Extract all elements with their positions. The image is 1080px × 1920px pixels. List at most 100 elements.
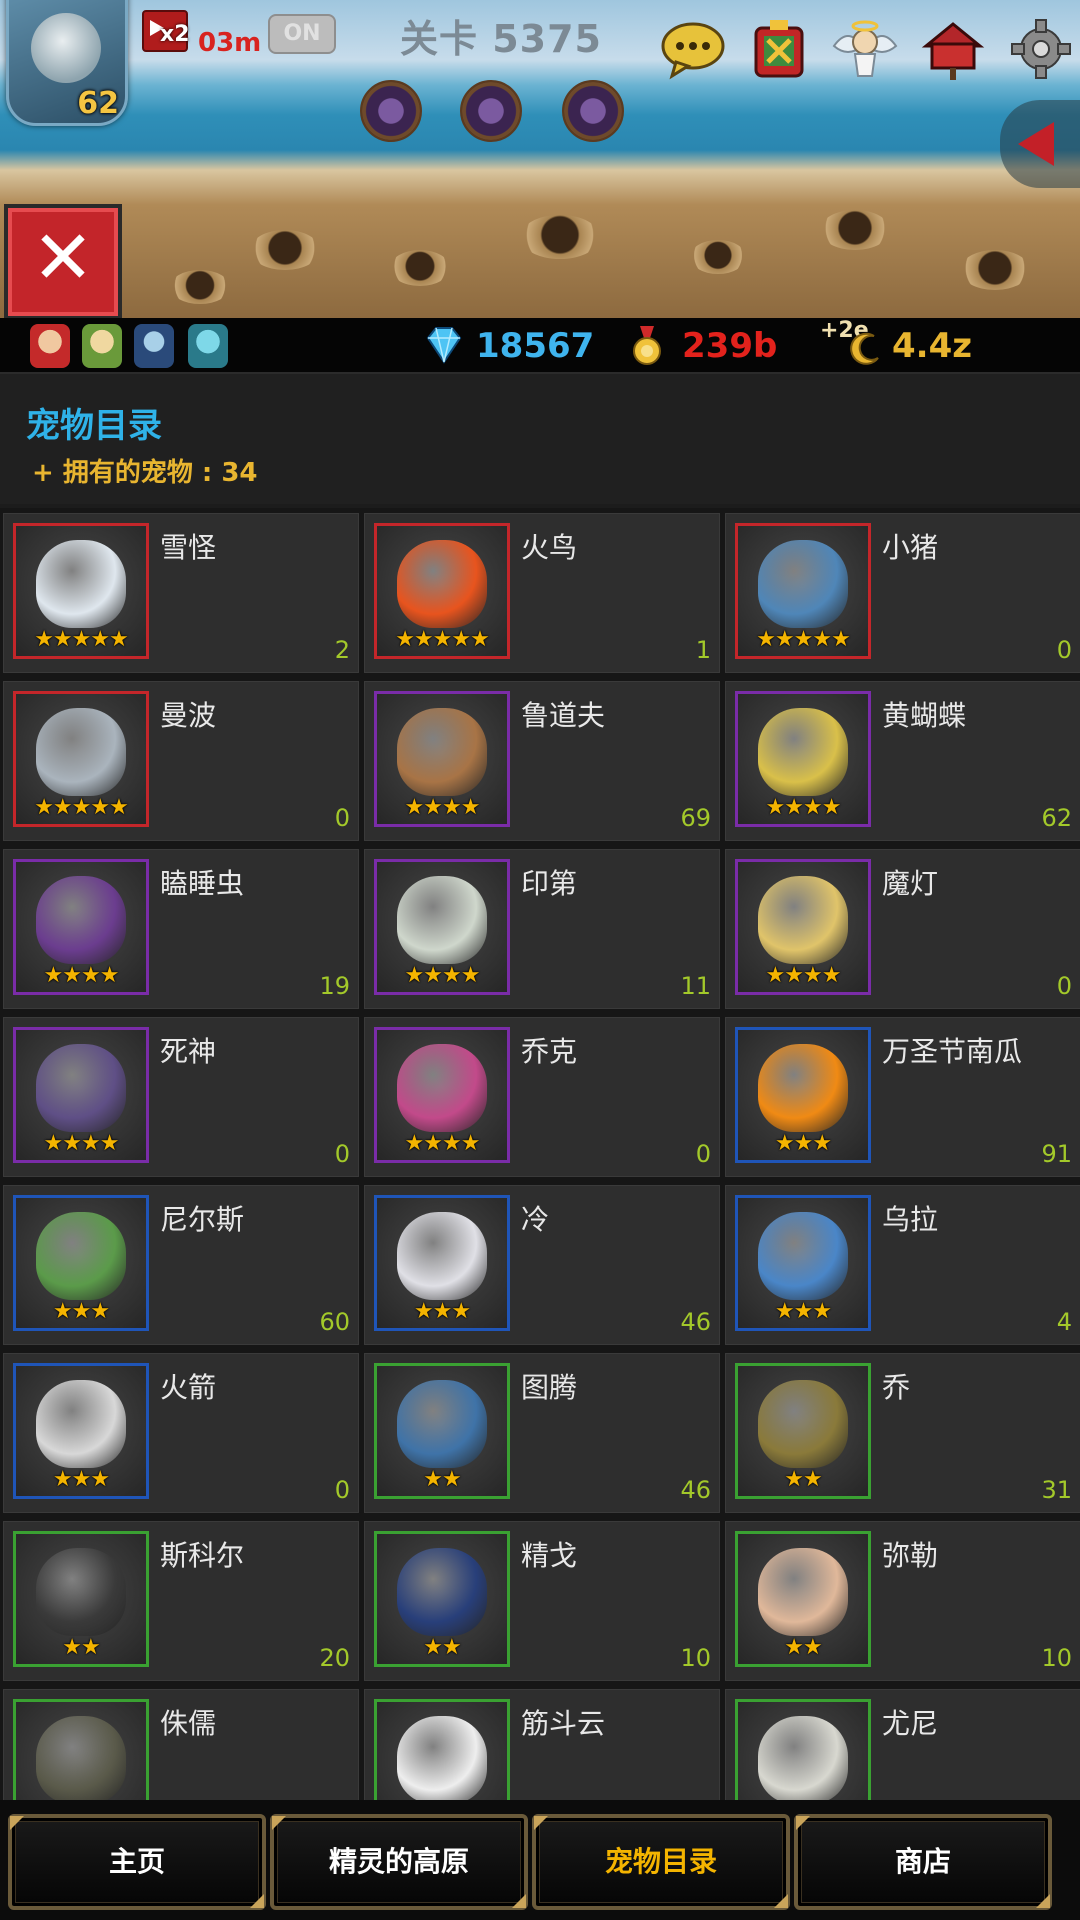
pet-name: 筋斗云 (521, 1707, 606, 1740)
pet-card[interactable]: ★★★★★ 火鸟 1 (364, 513, 720, 673)
pet-icon (758, 1380, 848, 1468)
hero-icon[interactable] (82, 324, 122, 368)
pet-count: 0 (334, 1476, 350, 1504)
corner-ornament (796, 1816, 810, 1830)
pet-count: 60 (319, 1308, 350, 1336)
pet-portrait (735, 1699, 871, 1800)
boss-slot (562, 80, 624, 142)
star-rating: ★★ (784, 1635, 822, 1660)
nav-spirit-plateau-label: 精灵的高原 (328, 1845, 469, 1878)
hero-icon[interactable] (30, 324, 70, 368)
pet-count: 46 (680, 1308, 711, 1336)
catalog-header: 宠物目录 + 拥有的宠物 : 34 (0, 374, 1080, 504)
pet-icon (758, 876, 848, 964)
pet-name: 乔克 (521, 1035, 578, 1068)
pet-card[interactable]: ★★★★ 魔灯 0 (725, 849, 1080, 1009)
pet-grid: ★★★★★ 雪怪 2 ★★★★★ 火鸟 1 ★★★★★ 小猪 0 ★★★★★ 曼波 0 ★★★★ 鲁道夫 6… (0, 508, 1080, 1800)
pet-icon (397, 708, 487, 796)
pet-name: 乌拉 (882, 1203, 939, 1236)
pet-icon (397, 876, 487, 964)
pet-portrait: ★★ (374, 1363, 510, 1499)
pet-icon (397, 540, 487, 628)
pet-name: 小猪 (882, 531, 939, 564)
pet-card[interactable]: ★★★★★ 曼波 0 (3, 681, 359, 841)
guild-banner-icon[interactable] (746, 16, 812, 82)
pet-card[interactable]: 侏儒 (3, 1689, 359, 1800)
mailbox-icon[interactable] (920, 16, 986, 82)
pet-card[interactable]: ★★★ 冷 46 (364, 1185, 720, 1345)
pet-portrait: ★★★ (735, 1195, 871, 1331)
pet-card[interactable]: ★★★ 尼尔斯 60 (3, 1185, 359, 1345)
pet-icon (397, 1548, 487, 1636)
gem-count: 18567 (476, 326, 595, 366)
pet-card[interactable]: ★★★★ 瞌睡虫 19 (3, 849, 359, 1009)
star-rating: ★★★★ (43, 963, 120, 988)
pet-portrait: ★★★★ (374, 1027, 510, 1163)
pet-card[interactable]: ★★ 弥勒 10 (725, 1521, 1080, 1681)
pet-portrait: ★★★★ (13, 1027, 149, 1163)
pet-count: 11 (680, 972, 711, 1000)
corner-ornament (10, 1816, 24, 1830)
side-panel-toggle[interactable] (1000, 100, 1080, 188)
pet-card[interactable]: ★★★ 乌拉 4 (725, 1185, 1080, 1345)
pet-portrait: ★★★ (13, 1363, 149, 1499)
pet-count: 31 (1041, 1476, 1072, 1504)
close-button[interactable]: ✕ (4, 204, 122, 318)
settings-gear-icon[interactable] (1008, 16, 1074, 82)
corner-ornament (1036, 1894, 1050, 1908)
pet-card[interactable]: ★★★★ 鲁道夫 69 (364, 681, 720, 841)
pet-count: 10 (680, 1644, 711, 1672)
hero-icon[interactable] (188, 324, 228, 368)
pet-card[interactable]: ★★★★ 死神 0 (3, 1017, 359, 1177)
pet-count: 20 (319, 1644, 350, 1672)
pet-portrait: ★★★★ (374, 859, 510, 995)
pet-card[interactable]: ★★★ 火箭 0 (3, 1353, 359, 1513)
nav-pet-catalog[interactable]: 宠物目录 (532, 1814, 790, 1910)
player-avatar[interactable]: 62 (6, 0, 128, 126)
pet-count: 91 (1041, 1140, 1072, 1168)
boss-slot (360, 80, 422, 142)
pet-icon (397, 1044, 487, 1132)
pet-card[interactable]: ★★★★ 乔克 0 (364, 1017, 720, 1177)
hero-icon[interactable] (134, 324, 174, 368)
pet-count: 0 (1056, 972, 1072, 1000)
chat-icon[interactable] (660, 16, 726, 82)
nav-home[interactable]: 主页 (8, 1814, 266, 1910)
pet-card[interactable]: ★★★ 万圣节南瓜 91 (725, 1017, 1080, 1177)
pet-card[interactable]: ★★★★ 印第 11 (364, 849, 720, 1009)
player-level: 62 (77, 86, 119, 121)
gold-medal-icon (633, 326, 661, 365)
nav-spirit-plateau[interactable]: 精灵的高原 (270, 1814, 528, 1910)
pet-card[interactable]: ★★★★★ 小猪 0 (725, 513, 1080, 673)
pet-card[interactable]: ★★ 精戈 10 (364, 1521, 720, 1681)
star-rating: ★★★★★ (756, 627, 851, 652)
pet-portrait: ★★★★ (13, 859, 149, 995)
pet-card[interactable]: ★★ 图腾 46 (364, 1353, 720, 1513)
angel-icon[interactable] (830, 16, 898, 82)
star-rating: ★★★★ (404, 963, 481, 988)
pet-name: 雪怪 (160, 531, 217, 564)
pet-card[interactable]: ★★ 斯科尔 20 (3, 1521, 359, 1681)
nav-shop[interactable]: 商店 (794, 1814, 1052, 1910)
nav-shop-label: 商店 (894, 1845, 951, 1878)
pet-card[interactable]: 尤尼 (725, 1689, 1080, 1800)
bottom-nav: 主页 精灵的高原 宠物目录 商店 (0, 1800, 1080, 1920)
star-rating: ★★★★★ (395, 627, 490, 652)
pet-card[interactable]: ★★★★ 黄蝴蝶 62 (725, 681, 1080, 841)
pet-card[interactable]: 筋斗云 (364, 1689, 720, 1800)
star-rating: ★★★ (413, 1299, 471, 1324)
corner-ornament (250, 1894, 264, 1908)
soul-moon-icon (850, 332, 879, 365)
pet-count: 19 (319, 972, 350, 1000)
pet-count: 0 (1056, 636, 1072, 664)
auto-toggle[interactable]: ON (268, 14, 336, 54)
nav-pet-catalog-label: 宠物目录 (604, 1845, 717, 1878)
pet-icon (397, 1380, 487, 1468)
pet-portrait: ★★★★ (735, 859, 871, 995)
pet-card[interactable]: ★★★★★ 雪怪 2 (3, 513, 359, 673)
pet-portrait: ★★ (735, 1363, 871, 1499)
pet-card[interactable]: ★★ 乔 31 (725, 1353, 1080, 1513)
star-rating: ★★★★ (765, 963, 842, 988)
pet-portrait: ★★★ (13, 1195, 149, 1331)
arrow-left-icon (1018, 122, 1054, 166)
